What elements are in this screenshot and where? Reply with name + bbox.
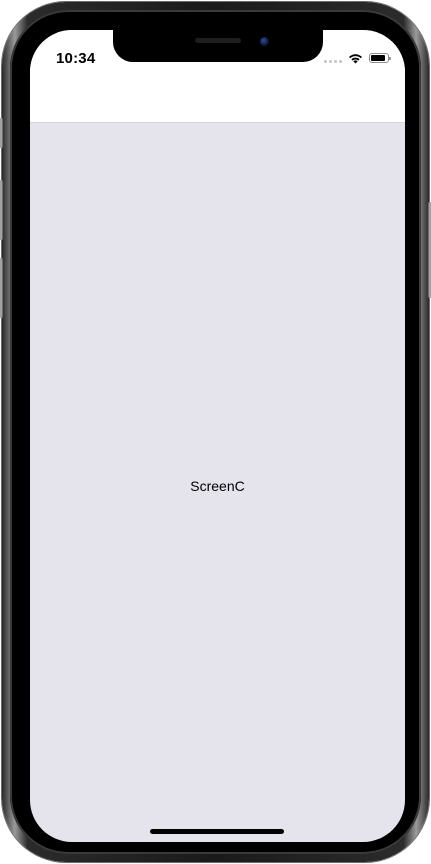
front-camera <box>260 37 269 46</box>
phone-frame: 10:34 ScreenC <box>0 2 431 862</box>
volume-up-button <box>0 180 3 240</box>
status-time: 10:34 <box>56 50 96 67</box>
device-screen: 10:34 ScreenC <box>30 30 405 842</box>
screen-title: ScreenC <box>190 477 245 494</box>
battery-level-fill <box>371 55 385 61</box>
silent-switch <box>0 118 3 148</box>
battery-icon <box>369 53 391 63</box>
navigation-header: 10:34 <box>30 30 405 123</box>
device-notch <box>113 30 323 62</box>
speaker-grille <box>195 38 241 43</box>
volume-down-button <box>0 258 3 318</box>
home-indicator[interactable] <box>150 829 284 834</box>
status-icons <box>324 52 391 64</box>
wifi-icon <box>349 53 362 63</box>
screen-content: ScreenC <box>30 123 405 842</box>
cellular-signal-icon <box>324 53 342 63</box>
phone-bezel: 10:34 ScreenC <box>10 10 421 854</box>
